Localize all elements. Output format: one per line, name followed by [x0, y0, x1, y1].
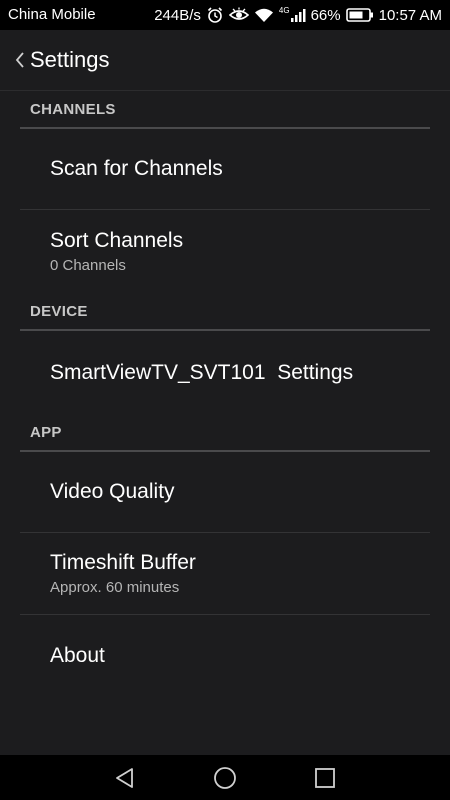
item-label: Timeshift Buffer: [50, 551, 196, 574]
app-header: Settings: [0, 30, 450, 91]
timeshift-buffer-item[interactable]: Timeshift Buffer Approx. 60 minutes: [20, 533, 430, 615]
item-subtitle: 0 Channels: [50, 257, 126, 274]
section-header-app: APP: [20, 414, 430, 452]
video-quality-item[interactable]: Video Quality: [20, 452, 430, 533]
chevron-left-icon: [15, 52, 24, 68]
settings-list: CHANNELS Scan for Channels Sort Channels…: [0, 91, 450, 697]
battery-percent: 66%: [310, 6, 341, 24]
back-button[interactable]: Settings: [14, 44, 110, 76]
section-header-channels: CHANNELS: [20, 91, 430, 129]
network-type: 4G: [278, 5, 290, 15]
status-bar: China Mobile 244B/s 4G 66% 10:57 AM: [0, 0, 450, 30]
status-icons: 244B/s 4G 66% 10:57 AM: [154, 0, 442, 30]
home-circle-icon[interactable]: [212, 765, 238, 791]
item-label: Sort Channels: [50, 229, 184, 252]
page-title: Settings: [30, 47, 110, 72]
wifi-icon: [254, 8, 273, 22]
battery-icon: [345, 8, 373, 22]
item-label: SmartViewTV_SVT101 Settings: [50, 360, 354, 384]
device-settings-item[interactable]: SmartViewTV_SVT101 Settings: [20, 331, 430, 414]
about-item[interactable]: About: [20, 615, 430, 697]
clock: 10:57 AM: [378, 6, 442, 24]
back-triangle-icon[interactable]: [112, 765, 138, 791]
item-subtitle: Approx. 60 minutes: [50, 579, 180, 596]
recents-square-icon[interactable]: [312, 765, 338, 791]
alarm-icon: [207, 7, 222, 23]
navigation-bar: [0, 755, 450, 800]
net-speed: 244B/s: [154, 6, 201, 24]
signal-icon: [290, 9, 306, 22]
sort-channels-item[interactable]: Sort Channels 0 Channels: [20, 210, 430, 293]
item-label: Scan for Channels: [50, 157, 223, 180]
eye-icon: [228, 7, 249, 20]
item-label: About: [50, 644, 105, 667]
carrier-name: China Mobile: [8, 6, 96, 23]
section-header-device: DEVICE: [20, 293, 430, 331]
scan-for-channels-item[interactable]: Scan for Channels: [20, 129, 430, 210]
item-label: Video Quality: [50, 480, 175, 503]
